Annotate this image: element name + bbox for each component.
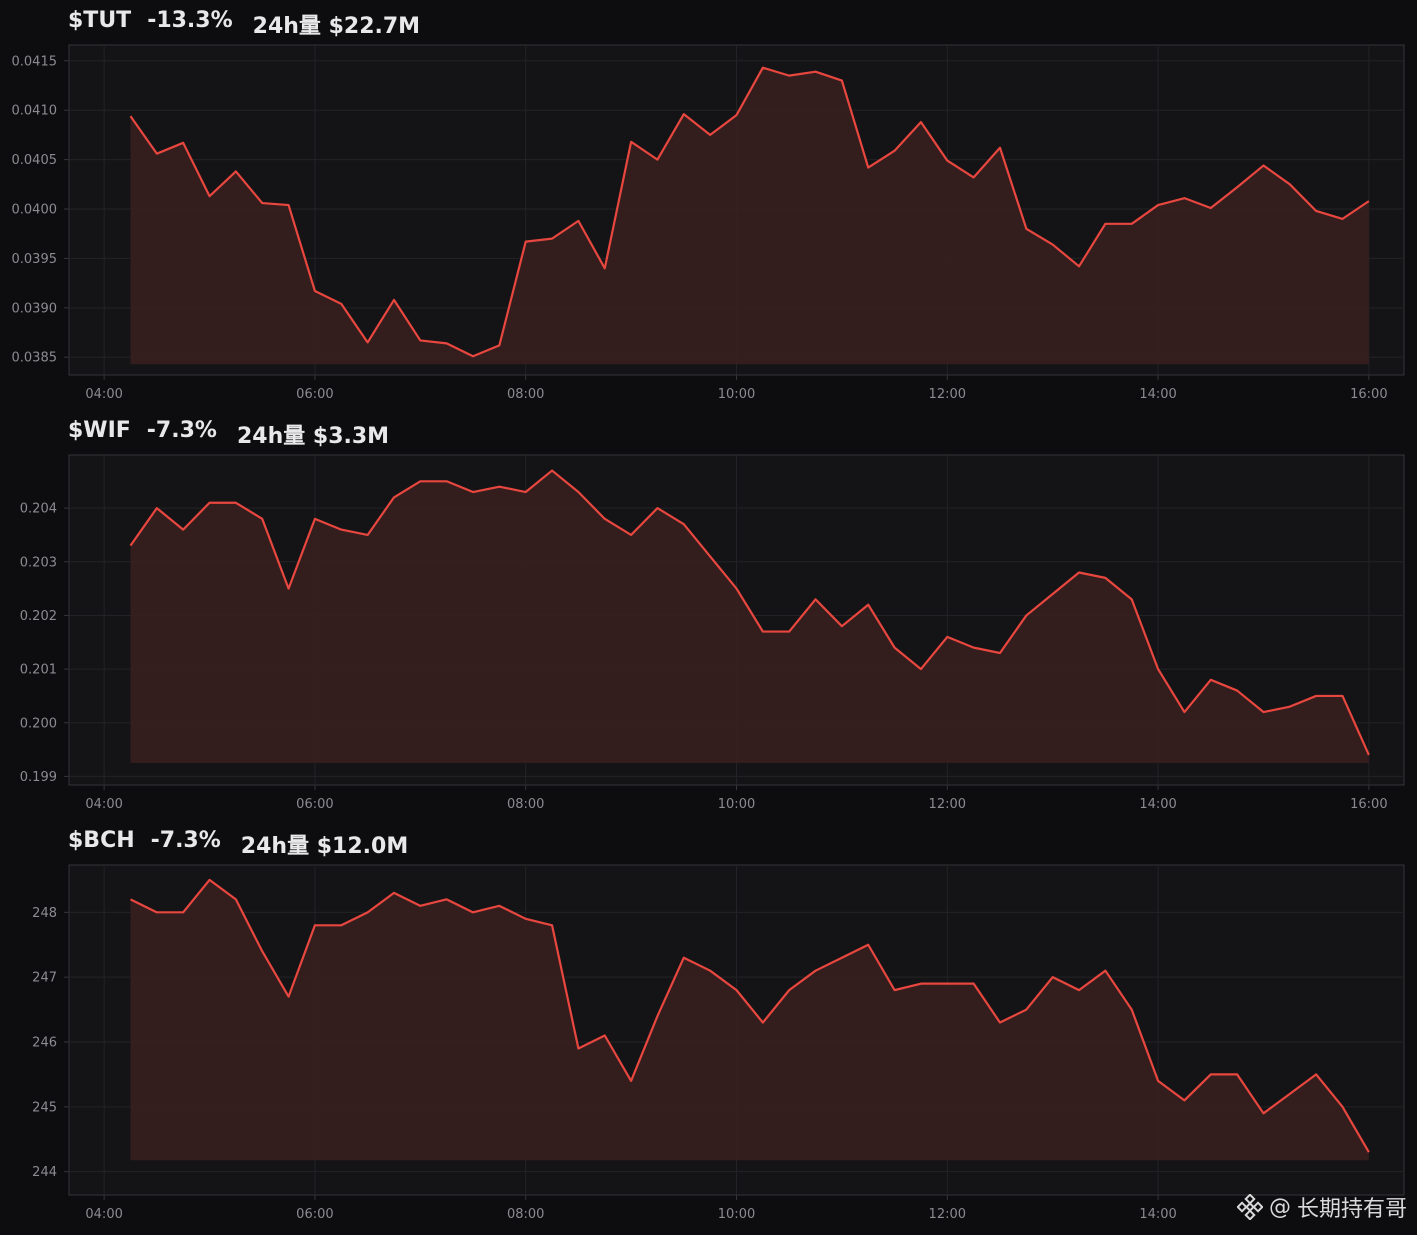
wif-xtick-label: 04:00 [85,797,122,812]
bch-xtick-label: 10:00 [718,1207,755,1222]
tut-ytick-label: 0.0385 [12,351,58,366]
tut-ytick-label: 0.0415 [12,54,58,69]
tut-xtick-label: 04:00 [85,387,122,402]
tut-xtick-label: 08:00 [507,387,544,402]
bch-xtick-label: 04:00 [85,1207,122,1222]
tut-ytick-label: 0.0400 [12,203,58,218]
tut-ytick-label: 0.0405 [12,153,58,168]
wif-xtick-label: 10:00 [718,797,755,812]
tut-xtick-label: 16:00 [1350,387,1387,402]
wif-ytick-label: 0.203 [20,555,57,570]
bch-ytick-label: 248 [32,906,57,921]
bch-ytick-label: 247 [32,971,57,986]
tut-xtick-label: 12:00 [929,387,966,402]
tut-chart: 04:00 06:00 08:00 10:00 12:00 14:00 16:00 0.038… [12,44,1405,402]
bch-ytick-label: 245 [32,1100,57,1115]
wif-ytick-label: 0.199 [20,770,57,785]
binance-logo-icon [1236,1194,1263,1220]
tut-ytick-label: 0.0390 [12,301,58,316]
tut-xtick-label: 14:00 [1139,387,1176,402]
bch-xtick-label: 14:00 [1139,1207,1176,1222]
wif-ytick-label: 0.200 [20,716,57,731]
wif-chart: 04:00 06:00 08:00 10:00 12:00 14:00 16:00 0.199… [20,454,1405,812]
wif-ytick-label: 0.204 [20,502,57,517]
wif-ytick-label: 0.201 [20,663,57,678]
wif-xtick-label: 08:00 [507,797,544,812]
watermark: @ 长期持有哥 [1236,1191,1407,1223]
wif-ytick-label: 0.202 [20,609,57,624]
bch-xtick-label: 08:00 [507,1207,544,1222]
bch-panel: $BCH -7.3% 24h量 $12.0M 04:00 06:00 08:00 10… [0,820,1417,1230]
bch-xtick-label: 12:00 [929,1207,966,1222]
wif-panel: $WIF -7.3% 24h量 $3.3M 04:00 06:00 08:00 10:… [0,410,1417,820]
wif-xtick-label: 14:00 [1139,797,1176,812]
bch-ytick-label: 246 [32,1035,57,1050]
wif-xtick-label: 16:00 [1350,797,1387,812]
wif-xtick-label: 06:00 [296,797,333,812]
bch-xtick-label: 06:00 [296,1207,333,1222]
tut-ytick-label: 0.0410 [12,104,58,119]
tut-xtick-label: 06:00 [296,387,333,402]
tut-xtick-label: 10:00 [718,387,755,402]
watermark-text: 长期持有哥 [1296,1197,1407,1222]
bch-ytick-label: 244 [32,1165,57,1180]
watermark-at: @ [1268,1194,1291,1220]
wif-xtick-label: 12:00 [929,797,966,812]
tut-ytick-label: 0.0395 [12,252,58,267]
bch-chart: 04:00 06:00 08:00 10:00 12:00 14:00 244 245 246 2… [32,864,1405,1222]
tut-panel: $TUT -13.3% 24h量 $22.7M 04:00 06:00 08:00 1… [0,0,1417,410]
